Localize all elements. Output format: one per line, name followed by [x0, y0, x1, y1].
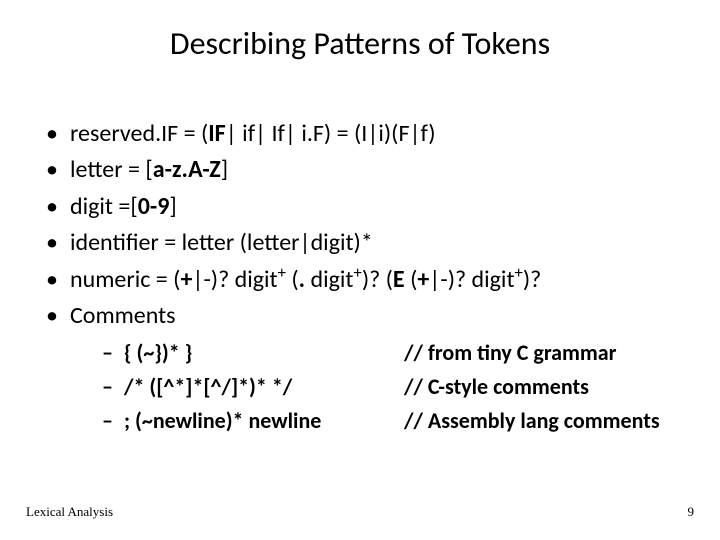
bullet-item: Comments { (~})* }// from tiny C grammar… [42, 300, 690, 435]
pattern-text: /* ([^*]*[^/]*)* */ [124, 372, 404, 402]
superscript: + [278, 262, 286, 283]
bullet-item: letter = [a-z.A-Z] [42, 154, 690, 186]
slide: Describing Patterns of Tokens reserved.I… [0, 0, 720, 540]
text: digit =[ [70, 192, 138, 221]
comment-text: // C-style comments [404, 372, 589, 402]
bullet-item: digit =[0-9] [42, 191, 690, 223]
sub-bullet-item: { (~})* }// from tiny C grammar [102, 338, 690, 368]
text: |-)? digit [429, 265, 514, 294]
text: | if| If| i.F) = (I|i)(F|f) [226, 119, 436, 148]
text: letter = [ [70, 155, 153, 184]
text: |-)? digit [192, 265, 277, 294]
text-bold: + [417, 265, 429, 294]
bullet-list: reserved.IF = (IF| if| If| i.F) = (I|i)(… [42, 118, 690, 435]
text: digit [305, 265, 353, 294]
comment-text: // Assembly lang comments [404, 406, 660, 436]
text: ] [169, 192, 176, 221]
sub-bullet-item: ; (~newline)* newline// Assembly lang co… [102, 406, 690, 436]
text: ( [286, 265, 299, 294]
bullet-item: reserved.IF = (IF| if| If| i.F) = (I|i)(… [42, 118, 690, 150]
text: ] [221, 155, 228, 184]
text: )? [523, 265, 541, 294]
footer-left: Lexical Analysis [26, 504, 113, 520]
bullet-item: numeric = (+|-)? digit+ (. digit+)? (E (… [42, 264, 690, 296]
text: Comments [70, 301, 176, 330]
superscript: + [353, 262, 361, 283]
text-bold: E [393, 265, 405, 294]
superscript: + [514, 262, 522, 283]
text-bold: IF [208, 119, 225, 148]
text-bold: a-z.A-Z [153, 155, 221, 184]
text: reserved.IF = ( [70, 119, 208, 148]
slide-title: Describing Patterns of Tokens [0, 24, 720, 63]
pattern-text: { (~})* } [124, 338, 404, 368]
text-bold: 0-9 [138, 192, 170, 221]
text: numeric = ( [70, 265, 180, 294]
text: ( [405, 265, 418, 294]
comment-text: // from tiny C grammar [404, 338, 617, 368]
text-bold: + [180, 265, 192, 294]
slide-content: reserved.IF = (IF| if| If| i.F) = (I|i)(… [42, 118, 690, 439]
text: )? ( [362, 265, 393, 294]
bullet-item: identifier = letter (letter|digit)* [42, 227, 690, 259]
slide-number: 9 [688, 504, 695, 520]
sub-bullet-item: /* ([^*]*[^/]*)* */// C-style comments [102, 372, 690, 402]
sub-bullet-list: { (~})* }// from tiny C grammar /* ([^*]… [70, 338, 690, 435]
pattern-text: ; (~newline)* newline [124, 406, 404, 436]
